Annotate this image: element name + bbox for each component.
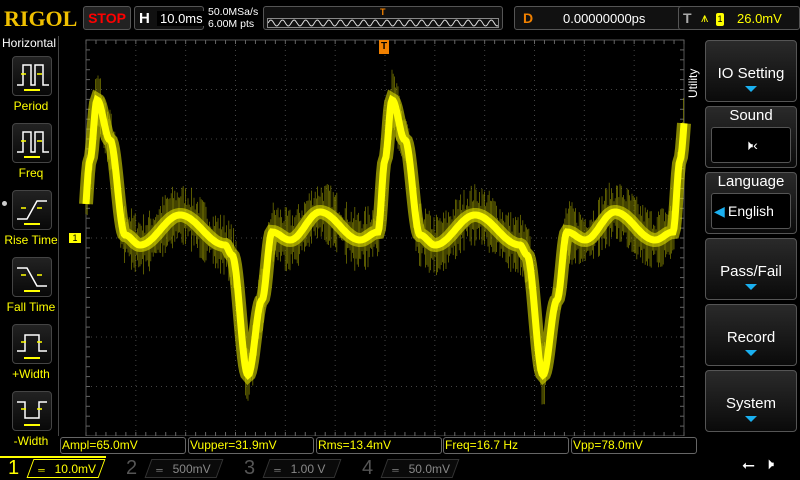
system-button[interactable]: System — [705, 370, 797, 432]
menu-title: Utility — [686, 68, 700, 98]
trigger-key: T — [683, 10, 692, 26]
speaker-muted-icon: 🕨 — [764, 456, 775, 473]
period-label: Period — [13, 99, 49, 113]
pass-fail-button[interactable]: Pass/Fail — [705, 238, 797, 300]
positive-width-label: +Width — [12, 367, 50, 381]
channel4-scale[interactable]: ═ 50.0mV — [380, 459, 460, 478]
trigger-position-marker[interactable]: T — [379, 40, 389, 54]
record-button[interactable]: Record — [705, 304, 797, 366]
run-stop-status[interactable]: STOP — [83, 6, 131, 30]
memory-overview[interactable]: T — [263, 6, 503, 30]
channel2-number[interactable]: 2 — [126, 456, 137, 480]
measurement-ampl[interactable]: Ampl=65.0mV — [60, 437, 186, 454]
channel3-scale[interactable]: ═ 1.00 V — [262, 459, 342, 478]
submenu-arrow-icon — [745, 350, 757, 356]
period-button[interactable] — [12, 56, 52, 96]
dc-coupling-icon: ═ — [392, 465, 399, 475]
language-value: English — [728, 203, 774, 219]
channel1-scale[interactable]: ═ 10.0mV — [26, 459, 106, 478]
rise-time-button[interactable] — [12, 190, 52, 230]
page-indicator — [2, 201, 7, 206]
channel3-number[interactable]: 3 — [244, 456, 255, 480]
button-label: Record — [726, 329, 776, 346]
button-label: Language — [717, 173, 785, 190]
delay-value: 0.00000000ps — [563, 11, 646, 26]
sound-button[interactable]: Sound 🕨‹ — [705, 106, 797, 168]
measurement-vpp[interactable]: Vpp=78.0mV — [571, 437, 697, 454]
rising-edge-icon: ⩚ — [701, 10, 709, 25]
measurement-bar: Ampl=65.0mV Vupper=31.9mV Rms=13.4mV Fre… — [60, 437, 698, 454]
freq-button[interactable] — [12, 123, 52, 163]
memory-waveform-preview — [267, 18, 499, 28]
language-button[interactable]: Language ◀ English — [705, 172, 797, 234]
channel1-offset-marker[interactable]: 1 — [69, 233, 81, 243]
menu-title: Horizontal — [1, 36, 57, 50]
trigger-display[interactable]: T ⩚ 1 26.0mV — [678, 6, 800, 30]
horizontal-measure-menu: Horizontal Period Freq Rise Time Fall Time +… — [0, 36, 59, 448]
dc-coupling-icon: ═ — [156, 465, 163, 475]
trigger-level: 26.0mV — [737, 11, 782, 26]
trigger-source: 1 — [716, 13, 724, 26]
channel2-scale[interactable]: ═ 500mV — [144, 459, 224, 478]
dc-coupling-icon: ═ — [38, 465, 45, 475]
measurement-rms[interactable]: Rms=13.4mV — [316, 437, 442, 454]
rise-time-icon — [17, 200, 47, 225]
utility-menu: IO Setting Sound 🕨‹ Language ◀ English Pass… — [703, 40, 800, 436]
measurement-vupper[interactable]: Vupper=31.9mV — [188, 437, 314, 454]
delay-key: D — [523, 10, 534, 26]
sample-rate: 50.0MSa/s — [208, 6, 259, 18]
acquisition-info: 50.0MSa/s 6.00M pts — [208, 6, 258, 30]
rise-time-label: Rise Time — [4, 233, 58, 247]
fall-time-label: Fall Time — [6, 300, 56, 314]
negative-width-icon — [17, 401, 47, 426]
channel1-trace — [82, 94, 688, 381]
timebase-key: H — [139, 10, 150, 27]
delay-display[interactable]: D 0.00000000ps — [514, 6, 696, 30]
period-icon — [17, 64, 49, 91]
button-label: Pass/Fail — [720, 263, 782, 280]
dc-coupling-icon: ═ — [274, 465, 281, 475]
channel4-number[interactable]: 4 — [362, 456, 373, 480]
timebase-display[interactable]: H 10.0ms — [134, 6, 206, 30]
submenu-arrow-icon — [745, 284, 757, 290]
channel1-number[interactable]: 1 — [8, 456, 19, 480]
usb-icon: ⭠ — [742, 457, 755, 474]
rigol-logo: RIGOL — [4, 6, 78, 31]
freq-icon — [17, 131, 49, 158]
speaker-muted-icon: 🕨‹ — [711, 127, 791, 163]
utility-menu-tab: Utility — [684, 40, 704, 120]
submenu-arrow-icon — [745, 86, 757, 92]
fall-time-icon — [17, 267, 47, 292]
negative-width-button[interactable] — [12, 391, 52, 431]
negative-width-label: -Width — [13, 434, 49, 448]
channel-bar: 1 ═ 10.0mV 2 ═ 500mV 3 ═ 1.00 V 4 ═ 50.0mV ⭠ 🕨 — [0, 456, 800, 480]
timebase-value: 10.0ms — [157, 11, 206, 26]
fall-time-button[interactable] — [12, 257, 52, 297]
positive-width-button[interactable] — [12, 324, 52, 364]
button-label: Sound — [729, 107, 773, 124]
freq-label: Freq — [18, 166, 44, 180]
submenu-arrow-icon — [745, 416, 757, 422]
positive-width-icon — [17, 334, 47, 359]
left-arrow-icon: ◀ — [714, 203, 725, 219]
waveform-display[interactable] — [60, 36, 700, 436]
trigger-position-marker: T — [380, 7, 386, 17]
measurement-freq[interactable]: Freq=16.7 Hz — [443, 437, 569, 454]
button-label: System — [725, 395, 776, 412]
io-setting-button[interactable]: IO Setting — [705, 40, 797, 102]
memory-depth: 6.00M pts — [208, 18, 255, 30]
button-label: IO Setting — [717, 65, 785, 82]
